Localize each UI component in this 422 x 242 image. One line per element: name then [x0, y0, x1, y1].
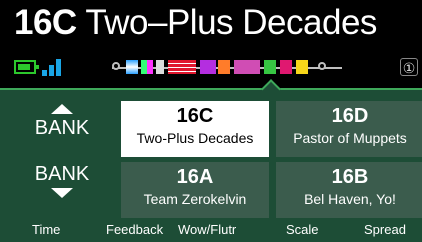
delay-block-icon[interactable]: [264, 60, 276, 74]
preset-16b[interactable]: 16B Bel Haven, Yo!: [276, 162, 422, 218]
battery-icon: [14, 60, 39, 74]
preset-number: 16A: [176, 166, 214, 188]
preset-title: 16C Two–Plus Decades: [14, 3, 377, 43]
input-node-icon[interactable]: [112, 62, 120, 70]
down-arrow-icon: [51, 188, 73, 198]
bank-up-label: BANK: [34, 117, 90, 139]
amp-block-icon[interactable]: [168, 60, 196, 74]
preset-16d[interactable]: 16D Pastor of Muppets: [276, 101, 422, 157]
cab-block-icon[interactable]: [200, 60, 216, 74]
preset-name: Two–Plus Decades: [85, 3, 377, 42]
eq-block-icon[interactable]: [218, 60, 230, 74]
bank-up-button[interactable]: BANK: [18, 102, 106, 158]
bank-down-label: BANK: [34, 163, 90, 185]
knob-time[interactable]: Time: [32, 220, 60, 242]
output-node-icon[interactable]: [318, 62, 326, 70]
preset-name: Team Zerokelvin: [143, 191, 247, 207]
preset-number: 16C: [14, 3, 77, 42]
signal-chain[interactable]: [112, 56, 362, 80]
snapshot-icon[interactable]: ①: [400, 58, 418, 76]
preset-name: Pastor of Muppets: [293, 130, 407, 146]
signal-icon: [42, 58, 62, 76]
preset-16c[interactable]: 16C Two-Plus Decades: [121, 101, 269, 157]
wah-block-icon[interactable]: [126, 60, 138, 74]
preset-number: 16C: [176, 105, 214, 127]
comp-block-icon[interactable]: [141, 60, 153, 74]
preset-number: 16B: [331, 166, 369, 188]
up-arrow-icon: [51, 104, 73, 114]
reverb-block-icon[interactable]: [296, 60, 308, 74]
preset-number: 16D: [331, 105, 369, 127]
knob-scale[interactable]: Scale: [286, 220, 319, 242]
mod-block-icon[interactable]: [234, 60, 260, 74]
panel-border: [0, 88, 422, 90]
delay2-block-icon[interactable]: [280, 60, 292, 74]
dist-block-icon[interactable]: [156, 60, 164, 74]
knob-wow-flutter[interactable]: Wow/Flutr: [178, 220, 236, 242]
preset-name: Two-Plus Decades: [136, 130, 254, 146]
preset-name: Bel Haven, Yo!: [304, 191, 396, 207]
bank-down-button[interactable]: BANK: [18, 164, 106, 220]
knob-spread[interactable]: Spread: [364, 220, 406, 242]
knob-feedback[interactable]: Feedback: [106, 220, 163, 242]
preset-16a[interactable]: 16A Team Zerokelvin: [121, 162, 269, 218]
